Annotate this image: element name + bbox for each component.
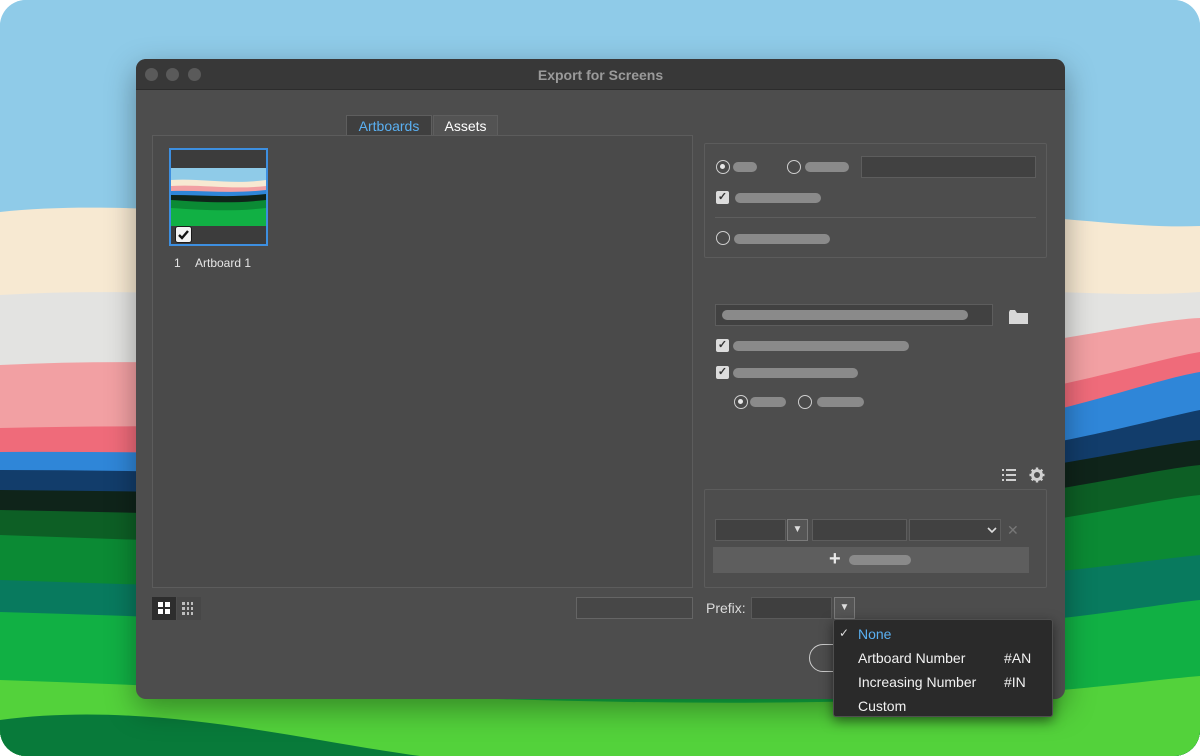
checkmark-icon: ✓	[839, 626, 850, 640]
export-for-screens-dialog: Export for Screens Artboards Assets 1 Ar…	[136, 59, 1065, 699]
add-scale-label-placeholder	[849, 555, 911, 565]
prefix-label: Prefix:	[706, 600, 746, 616]
folder-icon	[1009, 310, 1028, 324]
chevron-down-icon: ▼	[839, 602, 850, 613]
add-scale-button[interactable]: +	[713, 547, 1029, 573]
artboard-checkbox[interactable]	[175, 226, 192, 243]
option-label-placeholder	[734, 234, 830, 244]
select-option-radio-1[interactable]	[716, 160, 730, 174]
option-label-placeholder	[817, 397, 864, 407]
menu-item-custom[interactable]: Custom	[834, 694, 1054, 718]
option-label-placeholder	[733, 341, 909, 351]
sub-option-radio-2[interactable]	[798, 395, 812, 409]
suffix-field[interactable]	[812, 519, 907, 541]
artboard-number: 1	[174, 256, 181, 270]
option-checkbox-2[interactable]: ✓	[716, 339, 729, 352]
scale-dropdown-button[interactable]: ▼	[787, 519, 808, 541]
close-icon: ✕	[1007, 522, 1019, 538]
plus-icon: +	[829, 548, 841, 570]
tab-artboards[interactable]: Artboards	[346, 115, 432, 135]
chevron-down-icon: ▼	[792, 524, 803, 535]
option-label-placeholder	[733, 162, 757, 172]
folder-button[interactable]	[1009, 310, 1028, 329]
artboard-thumbnail[interactable]	[169, 148, 268, 246]
option-label-placeholder	[735, 193, 821, 203]
grid-view-button[interactable]	[152, 597, 176, 620]
option-label-placeholder	[733, 368, 858, 378]
chevron-down-icon	[987, 527, 997, 534]
scale-field[interactable]	[715, 519, 786, 541]
gear-icon	[1029, 467, 1045, 483]
list-icon	[1002, 469, 1016, 481]
title-bar: Export for Screens	[136, 59, 1065, 90]
divider	[715, 217, 1036, 218]
menu-item-artboard-number[interactable]: Artboard Number #AN	[834, 646, 1054, 670]
menu-item-increasing-number[interactable]: Increasing Number #IN	[834, 670, 1054, 694]
sub-option-radio-1[interactable]	[734, 395, 748, 409]
artboard-range-field[interactable]	[576, 597, 693, 619]
location-path-placeholder	[722, 310, 968, 320]
remove-format-button[interactable]: ✕	[1007, 522, 1019, 538]
prefix-input[interactable]	[751, 597, 832, 619]
export-location-field[interactable]	[715, 304, 993, 326]
option-checkbox-3[interactable]: ✓	[716, 366, 729, 379]
select-option-radio-2[interactable]	[787, 160, 801, 174]
list-view-icon	[182, 602, 193, 615]
list-button[interactable]	[1001, 467, 1017, 487]
option-checkbox-1[interactable]: ✓	[716, 191, 729, 204]
checkmark-icon	[178, 230, 189, 240]
option-label-placeholder	[750, 397, 786, 407]
format-select[interactable]	[909, 519, 1001, 541]
menu-item-none[interactable]: ✓ None	[834, 622, 1054, 646]
settings-button[interactable]	[1029, 467, 1045, 487]
grid-view-icon	[158, 602, 170, 614]
desktop: Export for Screens Artboards Assets 1 Ar…	[0, 0, 1200, 756]
select-option-radio-3[interactable]	[716, 231, 730, 245]
list-view-button[interactable]	[177, 597, 201, 620]
range-input[interactable]	[861, 156, 1036, 178]
option-label-placeholder	[805, 162, 849, 172]
prefix-dropdown-button[interactable]: ▼	[834, 597, 855, 619]
tab-assets[interactable]: Assets	[433, 115, 498, 135]
window-title: Export for Screens	[537, 67, 664, 83]
prefix-dropdown-menu: ✓ None Artboard Number #AN Increasing Nu…	[833, 619, 1053, 717]
artboard-name: Artboard 1	[195, 256, 252, 270]
